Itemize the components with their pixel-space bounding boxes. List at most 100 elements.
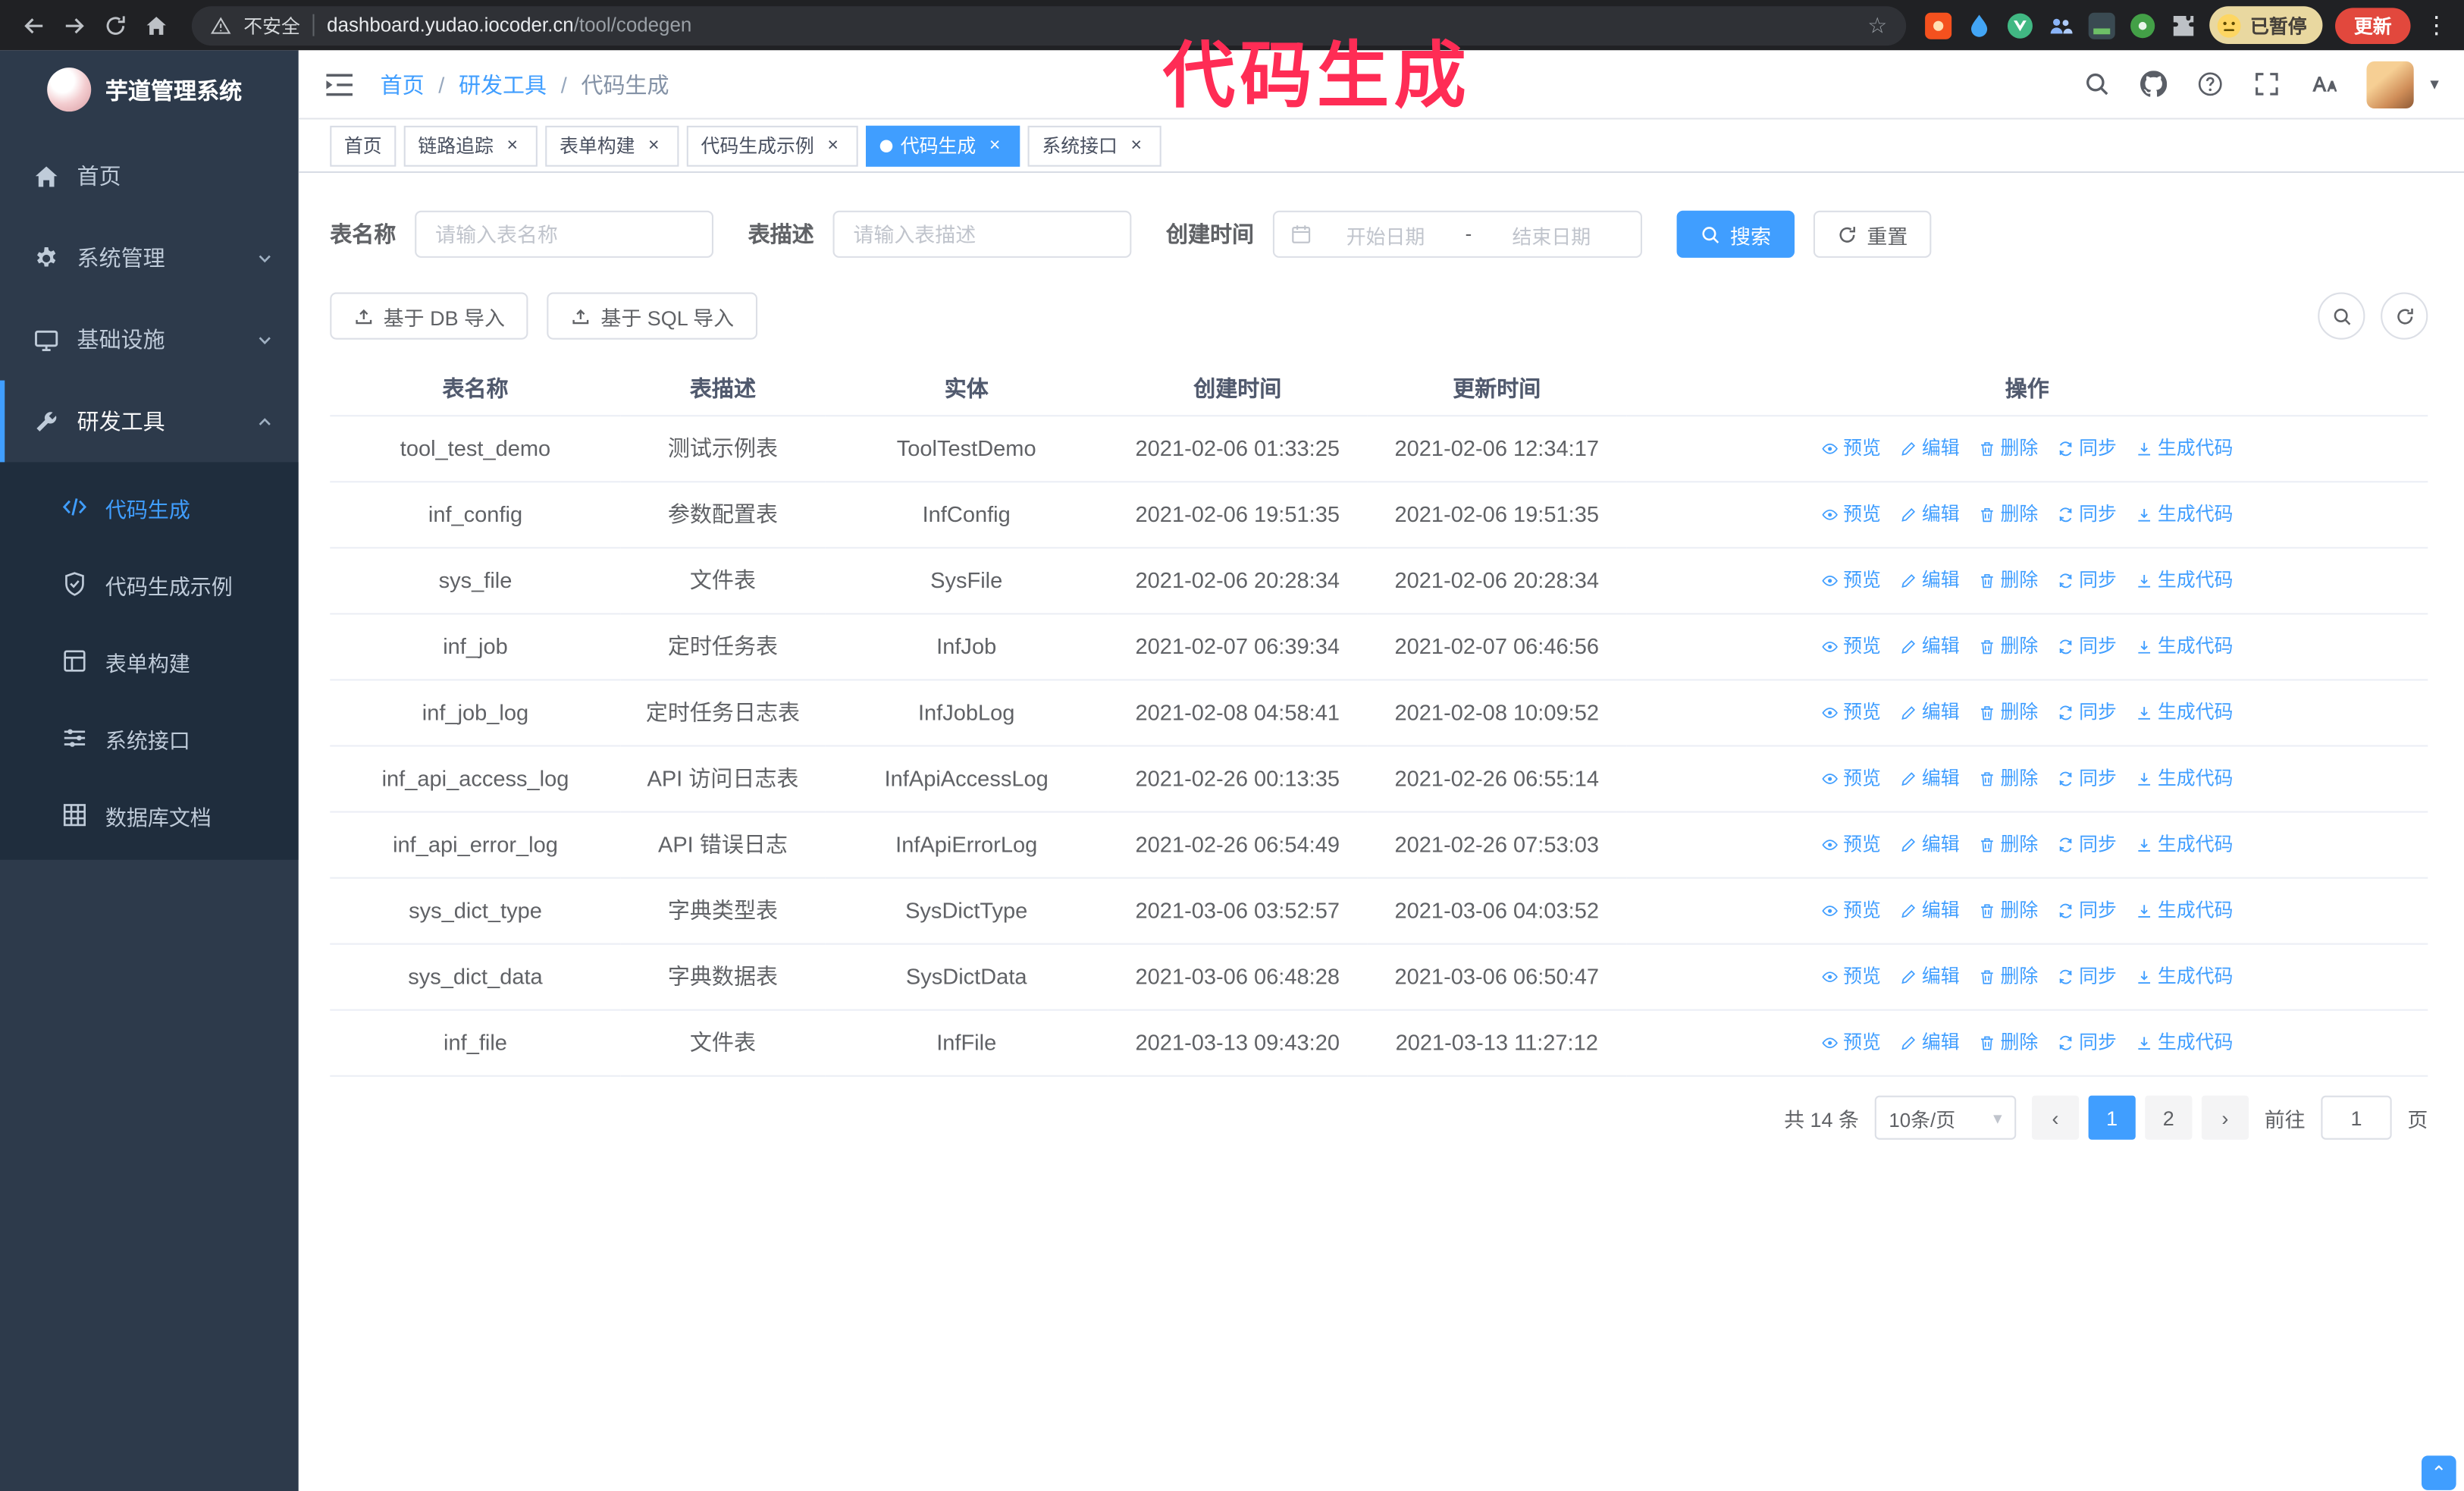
delete-link[interactable]: 删除 <box>1978 498 2038 532</box>
generate-code-link[interactable]: 生成代码 <box>2136 1026 2233 1059</box>
preview-link[interactable]: 预览 <box>1821 498 1881 532</box>
page-button-1[interactable]: 1 <box>2088 1095 2136 1140</box>
preview-link[interactable]: 预览 <box>1821 564 1881 598</box>
sync-link[interactable]: 同步 <box>2057 960 2117 993</box>
generate-code-link[interactable]: 生成代码 <box>2136 762 2233 796</box>
sidebar-item-infra[interactable]: 基础设施 <box>0 299 299 381</box>
page-size-select[interactable]: 10条/页 ▾ <box>1874 1095 2017 1140</box>
next-page-button[interactable]: › <box>2201 1095 2249 1140</box>
page-button-2[interactable]: 2 <box>2145 1095 2193 1140</box>
generate-code-link[interactable]: 生成代码 <box>2136 894 2233 928</box>
extension-icon-5[interactable] <box>2088 11 2115 39</box>
address-bar[interactable]: 不安全 dashboard.yudao.iocoder.cn/tool/code… <box>191 5 1907 46</box>
fullscreen-icon[interactable] <box>2254 71 2281 97</box>
tab-tracer[interactable]: 链路追踪 × <box>403 124 538 166</box>
extension-icon-2[interactable] <box>1966 12 1992 39</box>
extension-icon-6[interactable] <box>2129 12 2155 39</box>
refresh-table-button[interactable] <box>2381 292 2428 340</box>
browser-forward-icon[interactable] <box>53 5 94 46</box>
sidebar-item-form-builder[interactable]: 表单构建 <box>0 623 299 700</box>
preview-link[interactable]: 预览 <box>1821 696 1881 730</box>
tab-codegen[interactable]: 代码生成 × <box>866 124 1020 166</box>
edit-link[interactable]: 编辑 <box>1900 762 1960 796</box>
edit-link[interactable]: 编辑 <box>1900 894 1960 928</box>
import-sql-button[interactable]: 基于 SQL 导入 <box>547 292 758 340</box>
generate-code-link[interactable]: 生成代码 <box>2136 696 2233 730</box>
sync-link[interactable]: 同步 <box>2057 1026 2117 1059</box>
font-size-icon[interactable] <box>2311 71 2338 97</box>
reset-button[interactable]: 重置 <box>1813 210 1932 258</box>
delete-link[interactable]: 删除 <box>1978 894 2038 928</box>
bookmark-star-icon[interactable]: ☆ <box>1867 12 1887 39</box>
tab-close-icon[interactable]: × <box>501 134 523 156</box>
delete-link[interactable]: 删除 <box>1978 1026 2038 1059</box>
import-db-button[interactable]: 基于 DB 导入 <box>330 292 529 340</box>
prev-page-button[interactable]: ‹ <box>2031 1095 2080 1140</box>
sidebar-item-system[interactable]: 系统管理 <box>0 217 299 299</box>
breadcrumb-home[interactable]: 首页 <box>381 68 425 99</box>
delete-link[interactable]: 删除 <box>1978 564 2038 598</box>
generate-code-link[interactable]: 生成代码 <box>2136 630 2233 664</box>
tab-close-icon[interactable]: × <box>1125 134 1147 156</box>
table-name-input[interactable] <box>415 210 714 258</box>
generate-code-link[interactable]: 生成代码 <box>2136 432 2233 466</box>
sync-link[interactable]: 同步 <box>2057 432 2117 466</box>
delete-link[interactable]: 删除 <box>1978 828 2038 862</box>
sync-link[interactable]: 同步 <box>2057 696 2117 730</box>
sidebar-item-codegen[interactable]: 代码生成 <box>0 469 299 546</box>
preview-link[interactable]: 预览 <box>1821 630 1881 664</box>
edit-link[interactable]: 编辑 <box>1900 498 1960 532</box>
browser-back-icon[interactable] <box>13 5 54 46</box>
browser-home-icon[interactable] <box>135 5 176 46</box>
sync-link[interactable]: 同步 <box>2057 762 2117 796</box>
delete-link[interactable]: 删除 <box>1978 630 2038 664</box>
generate-code-link[interactable]: 生成代码 <box>2136 960 2233 993</box>
extension-icon-1[interactable] <box>1924 11 1952 39</box>
edit-link[interactable]: 编辑 <box>1900 960 1960 993</box>
tab-codegen-demo[interactable]: 代码生成示例 × <box>686 124 858 166</box>
edit-link[interactable]: 编辑 <box>1900 696 1960 730</box>
preview-link[interactable]: 预览 <box>1821 762 1881 796</box>
sidebar-toggle-icon[interactable] <box>324 70 355 98</box>
breadcrumb-dev-tools[interactable]: 研发工具 <box>459 68 547 99</box>
sync-link[interactable]: 同步 <box>2057 564 2117 598</box>
browser-menu-icon[interactable]: ⋮ <box>2425 11 2448 39</box>
sync-link[interactable]: 同步 <box>2057 498 2117 532</box>
edit-link[interactable]: 编辑 <box>1900 630 1960 664</box>
sidebar-item-codegen-demo[interactable]: 代码生成示例 <box>0 545 299 623</box>
sync-link[interactable]: 同步 <box>2057 828 2117 862</box>
user-avatar[interactable] <box>2367 60 2415 108</box>
goto-page-input[interactable] <box>2321 1095 2392 1140</box>
edit-link[interactable]: 编辑 <box>1900 564 1960 598</box>
table-desc-input[interactable] <box>832 210 1132 258</box>
edit-link[interactable]: 编辑 <box>1900 1026 1960 1059</box>
caret-down-icon[interactable]: ▾ <box>2430 74 2438 94</box>
tab-close-icon[interactable]: × <box>822 134 844 156</box>
tab-api[interactable]: 系统接口 × <box>1027 124 1161 166</box>
tab-close-icon[interactable]: × <box>643 134 665 156</box>
preview-link[interactable]: 预览 <box>1821 894 1881 928</box>
sync-link[interactable]: 同步 <box>2057 630 2117 664</box>
preview-link[interactable]: 预览 <box>1821 828 1881 862</box>
tab-home[interactable]: 首页 <box>330 124 397 166</box>
generate-code-link[interactable]: 生成代码 <box>2136 498 2233 532</box>
delete-link[interactable]: 删除 <box>1978 432 2038 466</box>
tab-close-icon[interactable]: × <box>984 134 1006 156</box>
profile-paused-chip[interactable]: 已暂停 <box>2209 6 2323 45</box>
vue-devtools-icon[interactable] <box>2007 12 2033 39</box>
preview-link[interactable]: 预览 <box>1821 960 1881 993</box>
edit-link[interactable]: 编辑 <box>1900 432 1960 466</box>
delete-link[interactable]: 删除 <box>1978 960 2038 993</box>
toggle-search-button[interactable] <box>2318 292 2365 340</box>
sidebar-item-dev-tools[interactable]: 研发工具 <box>0 380 299 463</box>
tab-form-builder[interactable]: 表单构建 × <box>545 124 679 166</box>
generate-code-link[interactable]: 生成代码 <box>2136 564 2233 598</box>
browser-reload-icon[interactable] <box>94 5 135 46</box>
help-icon[interactable] <box>2198 71 2224 97</box>
preview-link[interactable]: 预览 <box>1821 432 1881 466</box>
extensions-puzzle-icon[interactable] <box>2170 12 2196 39</box>
sidebar-item-db-doc[interactable]: 数据库文档 <box>0 777 299 854</box>
github-icon[interactable] <box>2140 71 2168 97</box>
browser-update-button[interactable]: 更新 <box>2334 7 2411 43</box>
search-icon[interactable] <box>2084 71 2111 97</box>
